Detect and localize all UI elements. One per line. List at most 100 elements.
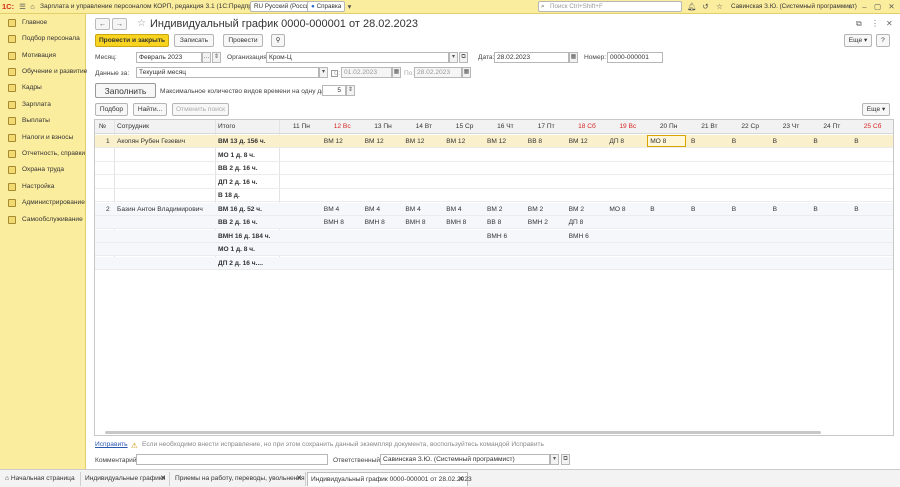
favorites-icon[interactable]: ☆ — [715, 2, 724, 11]
col-employee-header[interactable]: Сотрудник — [117, 120, 149, 134]
sidebar-item-safety[interactable]: Охрана труда — [0, 163, 86, 177]
day-cell[interactable]: ВМН 6 — [487, 230, 507, 243]
day-cell[interactable]: ВМ 4 — [365, 203, 380, 216]
close-tab-icon[interactable]: ✕ — [160, 472, 166, 485]
close-tab-icon[interactable]: ✕ — [458, 473, 464, 486]
col-day-header[interactable]: 21 Вт — [691, 120, 728, 134]
find-button[interactable]: Найти... — [133, 103, 167, 116]
col-day-header[interactable]: 20 Пн — [650, 120, 687, 134]
org-dropdown-button[interactable]: ▾ — [449, 52, 458, 63]
col-day-header[interactable]: 13 Пн — [365, 120, 402, 134]
table-row[interactable] — [95, 189, 893, 202]
day-cell[interactable]: МО 8 — [650, 135, 666, 148]
sidebar-item-taxes[interactable]: Налоги и взносы — [0, 131, 86, 145]
tab-current-document[interactable]: Индивидуальный график 0000-000001 от 28.… — [307, 472, 472, 486]
tab-home[interactable]: ⌂ Начальная страница — [2, 472, 81, 486]
day-cell[interactable]: В — [813, 203, 817, 216]
table-row[interactable] — [95, 149, 893, 162]
col-day-header[interactable]: 18 Сб — [569, 120, 606, 134]
day-cell[interactable]: ВМН 8 — [365, 216, 385, 229]
close-form-icon[interactable]: ✕ — [886, 19, 893, 28]
help-small-button[interactable]: ? — [876, 34, 890, 47]
sidebar-item-admin[interactable]: Администрирование — [0, 196, 86, 210]
day-cell[interactable]: ВМН 6 — [569, 230, 589, 243]
day-cell[interactable]: В — [854, 135, 858, 148]
dropdown-icon[interactable]: ▾ — [345, 2, 354, 11]
day-cell[interactable]: ВМ 12 — [446, 135, 465, 148]
sidebar-item-motivation[interactable]: Мотивация — [0, 49, 86, 63]
sidebar-item-main[interactable]: Главное — [0, 16, 86, 30]
data-for-select[interactable]: Текущий месяц — [136, 67, 319, 78]
day-cell[interactable]: В — [813, 135, 817, 148]
day-cell[interactable]: ВМ 4 — [324, 203, 339, 216]
day-cell[interactable]: ВМ 12 — [569, 135, 588, 148]
day-cell[interactable]: ВМ 2 — [528, 203, 543, 216]
table-row[interactable] — [95, 162, 893, 175]
organization-field[interactable]: Кром-Ц — [266, 52, 449, 63]
day-cell[interactable]: В — [773, 203, 777, 216]
calendar-button[interactable]: ▦ — [569, 52, 578, 63]
day-cell[interactable]: ВМ 12 — [405, 135, 424, 148]
day-cell[interactable]: ВМ 12 — [487, 135, 506, 148]
close-window-icon[interactable]: ✕ — [887, 2, 896, 11]
day-cell[interactable]: ВМ 4 — [446, 203, 461, 216]
sidebar-item-salary[interactable]: Зарплата — [0, 98, 86, 112]
sidebar-item-selfservice[interactable]: Самообслуживание — [0, 213, 86, 227]
col-day-header[interactable]: 23 Чт — [773, 120, 810, 134]
day-cell[interactable]: ВМН 8 — [405, 216, 425, 229]
forward-button[interactable]: → — [112, 18, 127, 30]
pick-button[interactable]: Подбор — [95, 103, 128, 116]
day-cell[interactable]: В — [732, 135, 736, 148]
schedule-table[interactable]: № Сотрудник Итого 11 Пн 12 Вс 13 Пн 14 Вт 15… — [94, 119, 894, 436]
notification-icon[interactable]: 🔔︎ — [687, 2, 697, 11]
current-user[interactable]: Савинская З.Ю. (Системный программист) — [731, 3, 857, 10]
col-day-header[interactable]: 12 Вс — [324, 120, 361, 134]
day-cell[interactable]: ВВ 8 — [487, 216, 501, 229]
day-cell[interactable]: ВМН 8 — [324, 216, 344, 229]
close-tab-icon[interactable]: ✕ — [296, 472, 302, 485]
fill-button[interactable]: Заполнить — [95, 83, 156, 98]
link-icon[interactable]: ⧉ — [856, 19, 862, 29]
month-stepper[interactable]: ⇕ — [212, 52, 221, 63]
day-cell[interactable]: В — [691, 203, 695, 216]
max-types-stepper[interactable]: ⇕ — [346, 85, 355, 96]
sidebar-item-payments[interactable]: Выплаты — [0, 114, 86, 128]
table-more-button[interactable]: Еще ▾ — [862, 103, 890, 116]
comment-field[interactable] — [136, 454, 328, 465]
responsible-open-button[interactable]: ⧉ — [561, 454, 570, 465]
sidebar-item-training[interactable]: Обучение и развитие — [0, 65, 87, 79]
favorite-star-icon[interactable]: ☆ — [137, 18, 146, 29]
day-cell[interactable]: МО 8 — [609, 203, 625, 216]
sidebar-item-settings[interactable]: Настройка — [0, 180, 86, 194]
col-day-header[interactable]: 24 Пт — [813, 120, 850, 134]
attach-button[interactable]: ⚲ — [271, 34, 285, 47]
col-day-header[interactable]: 16 Чт — [487, 120, 524, 134]
day-cell[interactable]: В — [773, 135, 777, 148]
col-day-header[interactable]: 25 Сб — [854, 120, 891, 134]
col-day-header[interactable]: 11 Пн — [283, 120, 320, 134]
day-cell[interactable]: ВМ 12 — [365, 135, 384, 148]
post-and-close-button[interactable]: Провести и закрыть — [95, 34, 169, 47]
data-for-dropdown-button[interactable]: ▾ — [319, 67, 328, 78]
day-cell[interactable]: В — [732, 203, 736, 216]
history-icon[interactable]: ↺ — [701, 2, 710, 11]
horizontal-scrollbar[interactable] — [105, 431, 821, 434]
col-day-header[interactable]: 19 Вс — [609, 120, 646, 134]
settings-icon[interactable]: ≡ — [846, 2, 855, 11]
maximize-icon[interactable]: ▢ — [873, 2, 882, 11]
sidebar-item-hr[interactable]: Кадры — [0, 81, 86, 95]
day-cell[interactable]: В — [650, 203, 654, 216]
more-actions-icon[interactable]: ⋮ — [871, 19, 879, 28]
home-icon[interactable]: ⌂ — [28, 2, 37, 11]
org-open-button[interactable]: ⧉ — [459, 52, 468, 63]
help-button[interactable]: ● Справка — [307, 1, 346, 12]
day-cell[interactable]: ВМ 12 — [324, 135, 343, 148]
col-day-header[interactable]: 15 Ср — [446, 120, 483, 134]
month-select-button[interactable]: … — [202, 52, 211, 63]
month-field[interactable]: Февраль 2023 — [136, 52, 202, 63]
max-types-field[interactable]: 5 — [322, 85, 346, 96]
responsible-dropdown-button[interactable]: ▾ — [550, 454, 559, 465]
sidebar-item-reports[interactable]: Отчетность, справки — [0, 147, 86, 161]
tab-individual-schedules[interactable]: Индивидуальные графики ✕ — [82, 472, 170, 486]
day-cell[interactable]: ВМН 2 — [528, 216, 548, 229]
